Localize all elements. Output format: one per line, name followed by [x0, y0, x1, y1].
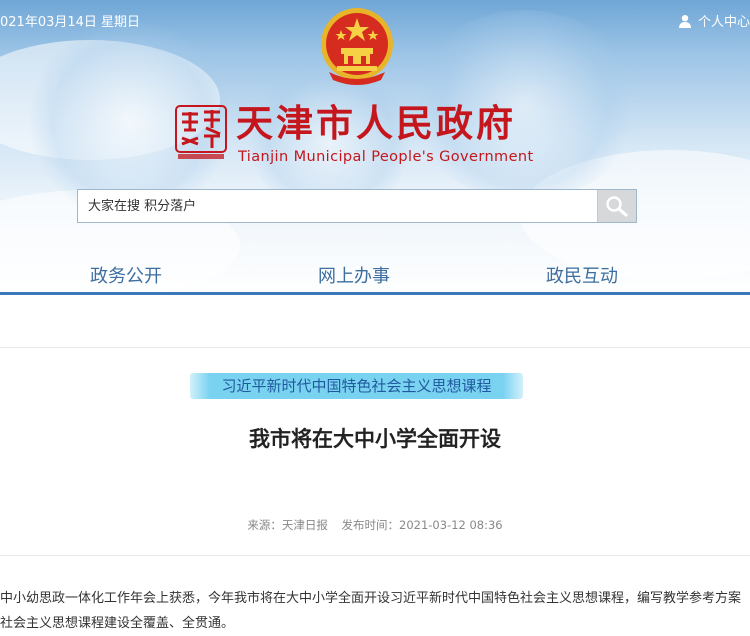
nav-item-government-affairs[interactable]: 政务公开	[90, 262, 162, 288]
search-icon	[606, 196, 628, 217]
article-paragraph-line: 社会主义思想课程建设全覆盖、全贯通。	[0, 616, 235, 631]
article-paragraph-line: 中小幼思政一体化工作年会上获悉，今年我市将在大中小学全面开设习近平新时代中国特色…	[0, 591, 742, 606]
nav-item-public-interaction[interactable]: 政民互动	[546, 262, 618, 288]
national-emblem-icon	[321, 8, 393, 85]
article-kicker: 习近平新时代中国特色社会主义思想课程	[221, 377, 492, 395]
tianjin-logo-icon	[175, 105, 227, 159]
main-nav: 政务公开 网上办事 政民互动	[0, 262, 750, 292]
article-meta: 来源：天津日报 发布时间：2021-03-12 08:36	[0, 517, 750, 533]
search-input[interactable]	[78, 190, 598, 222]
meta-divider	[0, 555, 750, 556]
current-date: 021年03月14日 星期日	[0, 15, 141, 30]
content-divider	[0, 347, 750, 348]
article-kicker-highlight: 习近平新时代中国特色社会主义思想课程	[190, 373, 523, 399]
article-source: 来源：天津日报	[247, 518, 328, 532]
site-subtitle: Tianjin Municipal People's Government	[238, 149, 534, 165]
personal-center-link[interactable]: 个人中心	[678, 11, 750, 30]
search-box	[77, 189, 637, 223]
article-headline: 我市将在大中小学全面开设	[249, 427, 501, 451]
article-body: 中小幼思政一体化工作年会上获悉，今年我市将在大中小学全面开设习近平新时代中国特色…	[0, 586, 750, 636]
nav-underline	[0, 292, 750, 295]
search-button[interactable]	[597, 190, 636, 222]
nav-item-online-services[interactable]: 网上办事	[318, 262, 390, 288]
site-title: 天津市人民政府	[236, 102, 516, 145]
article-published-time: 发布时间：2021-03-12 08:36	[341, 518, 503, 532]
header-banner: 021年03月14日 星期日 个人中心 天津市人民政府 Tianjin Muni…	[0, 0, 750, 296]
user-icon	[678, 14, 691, 28]
personal-center-label: 个人中心	[697, 15, 750, 30]
